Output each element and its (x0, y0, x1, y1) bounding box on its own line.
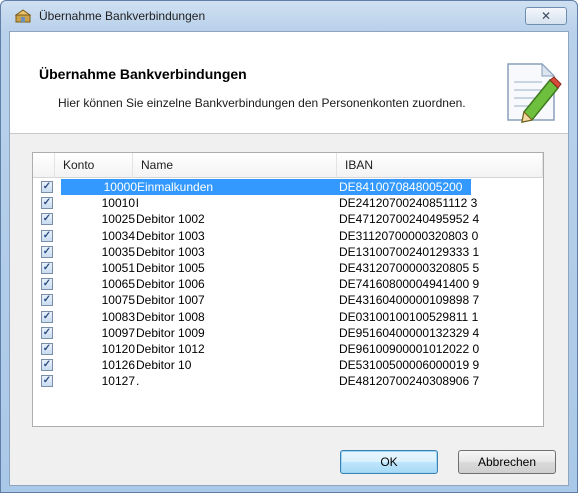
row-checkbox[interactable]: ✓ (41, 197, 53, 210)
cell-konto: 10000 (61, 179, 137, 195)
header-description: Hier können Sie einzelne Bankverbindunge… (58, 96, 466, 110)
cell-iban: DE43160400000109898 7 (339, 293, 480, 308)
cell-konto: 10051 (101, 260, 135, 275)
cell-iban: DE43120700000320805 5 (339, 260, 480, 275)
column-header-check[interactable] (33, 153, 55, 178)
table-row[interactable]: ✓ 10127. DE48120700240308906 7 (33, 373, 543, 389)
cell-iban: DE53100500006000019 9 (339, 358, 480, 373)
table-row[interactable]: ✓ 10083 Debitor 1008 DE03100100100529811 1 (33, 309, 543, 325)
cell-konto: 10010 (101, 196, 135, 211)
cell-konto: 10065 (101, 277, 135, 292)
cell-name: Debitor 1009 (136, 325, 205, 340)
row-checkbox[interactable]: ✓ (41, 310, 53, 323)
table-row[interactable]: ✓ 10034 Debitor 1003 DE31120700000320803 0 (33, 228, 543, 244)
cell-iban: DE8410070848005200 (339, 179, 471, 195)
cell-name: Debitor 1006 (136, 277, 205, 292)
list-header: Konto Name IBAN (33, 153, 543, 178)
row-checkbox[interactable]: ✓ (41, 342, 53, 355)
table-row[interactable]: ✓ 10010 l DE24120700240851112 3 (33, 195, 543, 211)
table-row[interactable]: ✓ 10000 Einmalkunden DE8410070848005200 (33, 179, 543, 195)
table-row[interactable]: ✓ 10035 Debitor 1003 DE13100700240129333 1 (33, 244, 543, 260)
cell-konto: 10126 (101, 358, 135, 373)
cell-konto: 10025 (101, 212, 135, 227)
column-header-konto[interactable]: Konto (55, 153, 133, 178)
cell-iban: DE74160800004941400 9 (339, 277, 480, 292)
cell-konto: 10097 (101, 325, 135, 340)
row-checkbox[interactable]: ✓ (41, 359, 53, 372)
cell-name: Einmalkunden (137, 179, 339, 195)
row-checkbox[interactable]: ✓ (41, 245, 53, 258)
column-header-iban[interactable]: IBAN (337, 153, 543, 178)
cell-iban: DE95160400000132329 4 (339, 325, 480, 340)
close-icon: ✕ (540, 9, 552, 23)
cell-konto: 10075 (101, 293, 135, 308)
table-row[interactable]: ✓ 10075 Debitor 1007 DE43160400000109898 7 (33, 292, 543, 308)
table-row[interactable]: ✓ 10065 Debitor 1006 DE74160800004941400 9 (33, 276, 543, 292)
bank-accounts-list[interactable]: Konto Name IBAN ✓ 10000 Einmalkunden DE8410… (32, 152, 544, 427)
table-row[interactable]: ✓ 10120 Debitor 1012 DE96100900001012022 0 (33, 341, 543, 357)
row-checkbox[interactable]: ✓ (41, 229, 53, 242)
cell-iban: DE03100100100529811 1 (339, 309, 479, 324)
close-button[interactable]: ✕ (525, 7, 567, 25)
row-checkbox[interactable]: ✓ (41, 294, 53, 307)
cell-iban: DE48120700240308906 7 (339, 374, 480, 389)
cell-konto: 10035 (101, 244, 135, 259)
row-checkbox[interactable]: ✓ (41, 261, 53, 274)
cell-iban: DE13100700240129333 1 (339, 244, 480, 259)
title-bar[interactable]: Übernahme Bankverbindungen ✕ (1, 1, 577, 31)
table-row[interactable]: ✓ 10025 Debitor 1002 DE47120700240495952 4 (33, 211, 543, 227)
column-header-name[interactable]: Name (133, 153, 337, 178)
row-checkbox[interactable]: ✓ (41, 213, 53, 226)
document-edit-icon (507, 62, 562, 123)
cell-name: Debitor 1008 (136, 309, 205, 324)
cell-name: Debitor 1007 (136, 293, 205, 308)
dialog-client-area: Übernahme Bankverbindungen Hier können S… (9, 31, 569, 486)
cancel-button[interactable]: Abbrechen (458, 450, 556, 474)
table-row[interactable]: ✓ 10126 Debitor 10 DE53100500006000019 9 (33, 357, 543, 373)
cell-iban: DE47120700240495952 4 (339, 212, 480, 227)
cell-iban: DE24120700240851112 3 (339, 196, 478, 211)
bank-app-icon (15, 9, 31, 23)
row-checkbox[interactable]: ✓ (41, 326, 53, 339)
cell-name: l (136, 196, 139, 211)
cell-konto: 10083 (101, 309, 135, 324)
cell-name: Debitor 1012 (136, 341, 205, 356)
cell-name: Debitor 1005 (136, 260, 205, 275)
cell-konto: 10127 (101, 374, 135, 389)
dialog-window: Übernahme Bankverbindungen ✕ Übernahme B… (0, 0, 578, 493)
cell-konto: 10120 (101, 341, 135, 356)
header-panel: Übernahme Bankverbindungen Hier können S… (10, 32, 568, 134)
ok-button[interactable]: OK (340, 450, 438, 474)
cell-name: Debitor 1003 (136, 228, 205, 243)
row-checkbox[interactable]: ✓ (41, 181, 53, 193)
cell-iban: DE31120700000320803 0 (339, 228, 479, 243)
cell-name: . (136, 374, 140, 389)
table-row[interactable]: ✓ 10051 Debitor 1005 DE43120700000320805 5 (33, 260, 543, 276)
list-rows: ✓ 10000 Einmalkunden DE8410070848005200 ✓ 100… (33, 179, 543, 389)
header-title: Übernahme Bankverbindungen (39, 66, 247, 82)
table-row[interactable]: ✓ 10097 Debitor 1009 DE95160400000132329 4 (33, 325, 543, 341)
row-checkbox[interactable]: ✓ (41, 375, 53, 388)
cell-iban: DE96100900001012022 0 (339, 341, 480, 356)
cell-name: Debitor 1002 (136, 212, 205, 227)
cell-name: Debitor 10 (136, 358, 192, 373)
cell-konto: 10034 (101, 228, 135, 243)
row-checkbox[interactable]: ✓ (41, 278, 53, 291)
cell-name: Debitor 1003 (136, 244, 205, 259)
window-title: Übernahme Bankverbindungen (39, 9, 206, 23)
